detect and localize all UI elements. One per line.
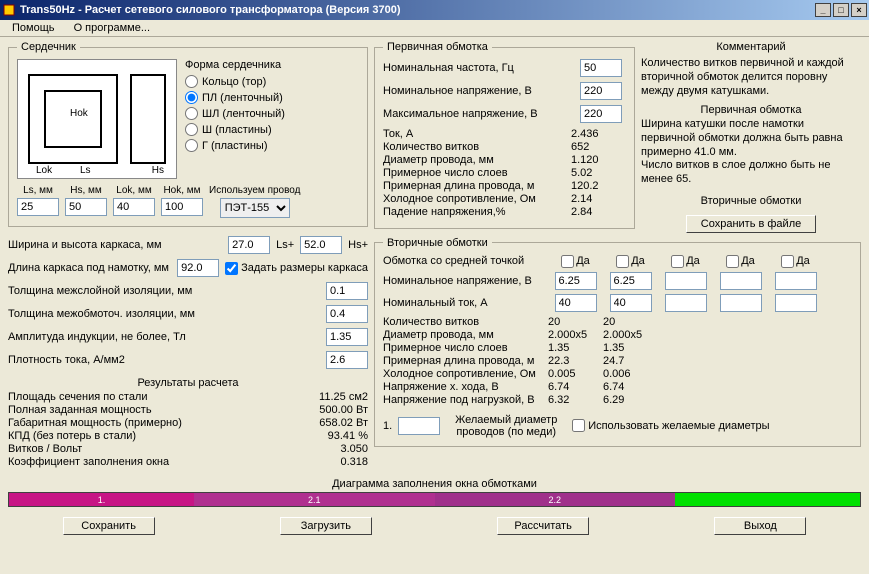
lok-input[interactable]	[113, 198, 155, 216]
radio-shl[interactable]: ШЛ (ленточный)	[185, 107, 285, 120]
sec-c-4[interactable]	[720, 294, 762, 312]
sec-c-3[interactable]	[665, 294, 707, 312]
prim-out-row: Диаметр провода, мм1.120	[383, 154, 626, 166]
hok-input[interactable]	[161, 198, 203, 216]
prim-input[interactable]	[580, 105, 622, 123]
sec-v-3[interactable]	[665, 272, 707, 290]
prim-input[interactable]	[580, 59, 622, 77]
shape-label: Форма сердечника	[185, 59, 285, 71]
sec-c-2[interactable]	[610, 294, 652, 312]
close-button[interactable]: ×	[851, 3, 867, 17]
wish-1[interactable]	[398, 417, 440, 435]
sec-out-row: Количество витков2020	[383, 316, 852, 328]
frame-w-input[interactable]	[228, 236, 270, 254]
minimize-button[interactable]: _	[815, 3, 831, 17]
core-group: Сердечник Hok Lok Ls Hs Форма сердечника…	[8, 41, 368, 227]
exit-button[interactable]: Выход	[714, 517, 806, 535]
radio-sh[interactable]: Ш (пластины)	[185, 123, 285, 136]
prim-out-row: Примерная длина провода, м120.2	[383, 180, 626, 192]
ls-input[interactable]	[17, 198, 59, 216]
sec-ct-3[interactable]	[671, 255, 684, 268]
prim-out-row: Падение напряжения,%2.84	[383, 206, 626, 218]
wire-select[interactable]: ПЭТ-155	[220, 198, 290, 218]
sec-v-5[interactable]	[775, 272, 817, 290]
frame-h-input[interactable]	[300, 236, 342, 254]
result-row: Площадь сечения по стали11.25 см2	[8, 391, 368, 403]
interwind-input[interactable]	[326, 305, 368, 323]
results-title: Результаты расчета	[8, 377, 368, 389]
window-title: Trans50Hz - Расчет сетевого силового тра…	[20, 4, 813, 16]
menubar: Помощь О программе...	[0, 20, 869, 37]
sec-ct-5[interactable]	[781, 255, 794, 268]
core-legend: Сердечник	[17, 41, 80, 53]
sec-v-2[interactable]	[610, 272, 652, 290]
frame-len-input[interactable]	[177, 259, 219, 277]
comments-title: Комментарий	[641, 41, 861, 53]
induction-input[interactable]	[326, 328, 368, 346]
titlebar: Trans50Hz - Расчет сетевого силового тра…	[0, 0, 869, 20]
app-icon	[2, 3, 16, 17]
sec-v-1[interactable]	[555, 272, 597, 290]
prim-out-row: Ток, А2.436	[383, 128, 626, 140]
maximize-button[interactable]: □	[833, 3, 849, 17]
sec-c-5[interactable]	[775, 294, 817, 312]
sec-out-row: Напряжение под нагрузкой, В6.326.29	[383, 394, 852, 406]
density-input[interactable]	[326, 351, 368, 369]
frame-chk[interactable]: Задать размеры каркаса	[225, 262, 368, 275]
prim-out-row: Примерное число слоев5.02	[383, 167, 626, 179]
hs-input[interactable]	[65, 198, 107, 216]
save-button[interactable]: Сохранить	[63, 517, 155, 535]
sec-out-row: Примерное число слоев1.351.35	[383, 342, 852, 354]
radio-g[interactable]: Г (пластины)	[185, 139, 285, 152]
diagram-title: Диаграмма заполнения окна обмотками	[0, 478, 869, 490]
prim-input[interactable]	[580, 82, 622, 100]
sec-out-row: Примерная длина провода, м22.324.7	[383, 355, 852, 367]
secondary-group: Вторичные обмотки Обмотка со средней точ…	[374, 237, 861, 447]
core-diagram: Hok Lok Ls Hs	[17, 59, 177, 179]
sec-out-row: Холодное сопротивление, Ом0.0050.006	[383, 368, 852, 380]
primary-group: Первичная обмотка Номинальная частота, Г…	[374, 41, 635, 229]
result-row: Коэффициент заполнения окна0.318	[8, 456, 368, 468]
sec-v-4[interactable]	[720, 272, 762, 290]
menu-help[interactable]: Помощь	[4, 20, 63, 36]
result-row: КПД (без потерь в стали)93.41 %	[8, 430, 368, 442]
prim-out-row: Холодное сопротивление, Ом2.14	[383, 193, 626, 205]
sec-out-row: Диаметр провода, мм2.000x52.000x5	[383, 329, 852, 341]
result-row: Витков / Вольт3.050	[8, 443, 368, 455]
interlayer-input[interactable]	[326, 282, 368, 300]
sec-ct-1[interactable]	[561, 255, 574, 268]
load-button[interactable]: Загрузить	[280, 517, 372, 535]
sec-c-1[interactable]	[555, 294, 597, 312]
results-list: Площадь сечения по стали11.25 см2Полная …	[8, 391, 368, 468]
radio-pl[interactable]: ПЛ (ленточный)	[185, 91, 285, 104]
calc-button[interactable]: Рассчитать	[497, 517, 589, 535]
menu-about[interactable]: О программе...	[66, 20, 158, 36]
sec-out-row: Напряжение х. хода, В6.746.74	[383, 381, 852, 393]
save-file-button[interactable]: Сохранить в файле	[686, 215, 816, 233]
sec-ct-2[interactable]	[616, 255, 629, 268]
radio-ring[interactable]: Кольцо (тор)	[185, 75, 285, 88]
winding-diagram: 1.2.12.2	[8, 492, 861, 507]
result-row: Полная заданная мощность500.00 Вт	[8, 404, 368, 416]
result-row: Габаритная мощность (примерно)658.02 Вт	[8, 417, 368, 429]
use-wish-chk[interactable]: Использовать желаемые диаметры	[572, 419, 769, 432]
sec-ct-4[interactable]	[726, 255, 739, 268]
prim-out-row: Количество витков652	[383, 141, 626, 153]
